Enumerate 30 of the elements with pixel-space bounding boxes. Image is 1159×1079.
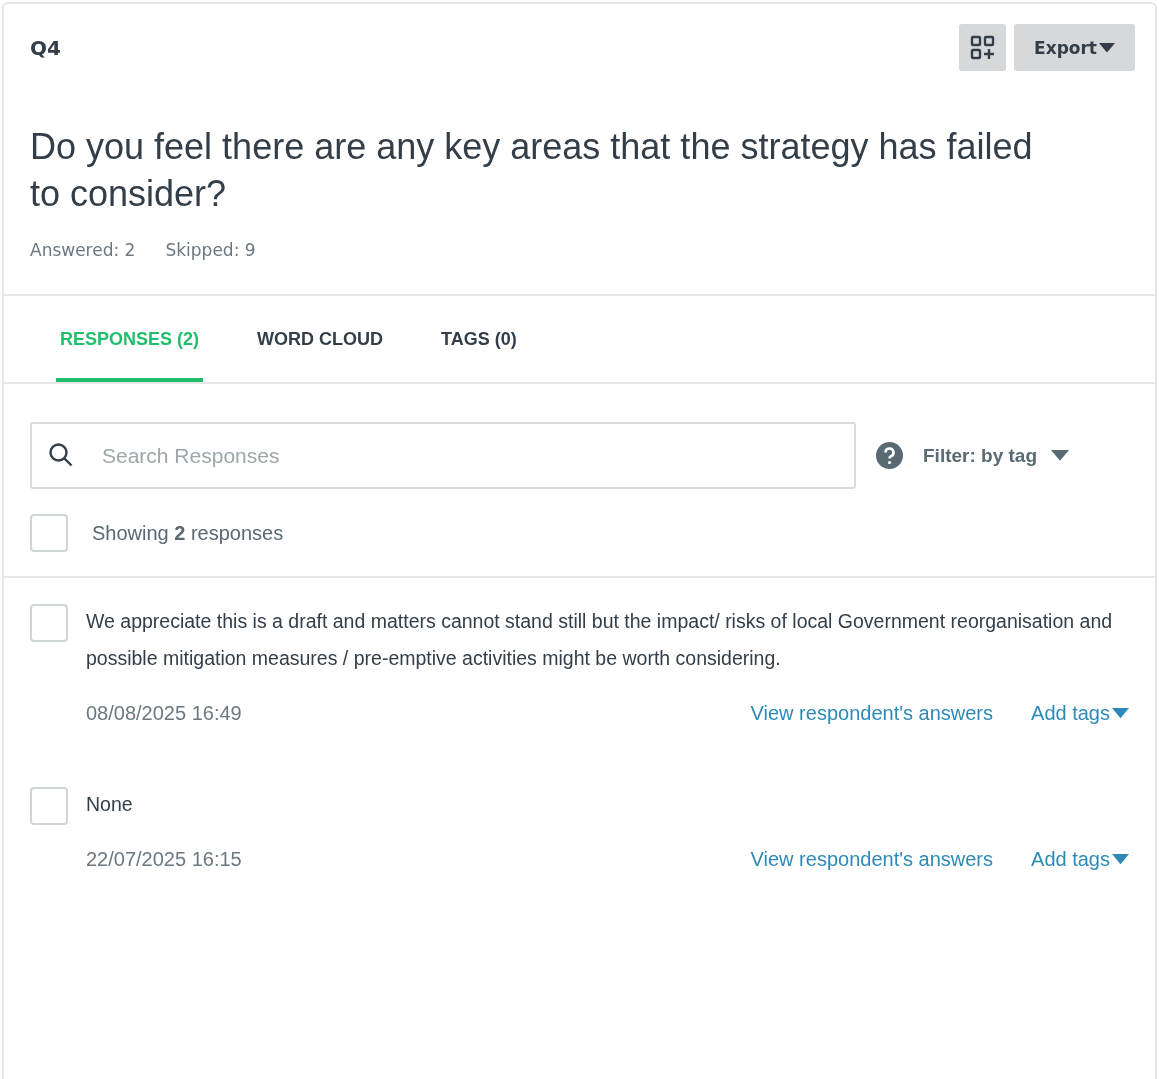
- caret-icon: [1051, 450, 1069, 461]
- filter-dropdown[interactable]: Filter: by tag: [923, 444, 1069, 467]
- response-count: Showing 2 responses: [92, 521, 284, 545]
- grid-plus-icon: [969, 34, 996, 61]
- search-icon: [48, 442, 74, 468]
- tab[interactable]: RESPONSES (2): [56, 296, 204, 382]
- stat-label: Skipped: 9: [165, 240, 256, 260]
- checkbox[interactable]: [30, 787, 68, 825]
- caret-icon: [1112, 708, 1129, 719]
- view-answers-link[interactable]: View respondent's answers: [750, 848, 994, 871]
- checkbox[interactable]: [30, 604, 68, 642]
- tab[interactable]: TAGS (0): [437, 296, 521, 382]
- stat-label: Answered: 2: [30, 240, 136, 260]
- caret-icon: [1112, 854, 1129, 865]
- checkbox[interactable]: [30, 514, 68, 552]
- view-answers-link[interactable]: View respondent's answers: [750, 702, 994, 725]
- add-tags-link[interactable]: Add tags: [1031, 848, 1129, 871]
- response-text: None: [86, 792, 134, 817]
- add-tags-link[interactable]: Add tags: [1031, 702, 1129, 725]
- add-widget-button[interactable]: [959, 24, 1007, 71]
- response-text: We appreciate this is a draft and matters cannot stand still but the impact/ risks of local Government reorganisation and possible mitigation measures / pre-emptive activities might be worth considering.: [86, 609, 1114, 671]
- tab[interactable]: WORD CLOUD: [253, 296, 388, 382]
- export-button[interactable]: Export: [1014, 24, 1135, 71]
- search-field[interactable]: Search Responses: [30, 422, 856, 489]
- response-date: 08/08/2025 16:49: [86, 702, 243, 725]
- question-title: Do you feel there are any key areas that the strategy has failed to consider?: [30, 125, 1034, 216]
- question-number: Q4: [30, 36, 61, 60]
- response-date: 22/07/2025 16:15: [86, 848, 243, 871]
- caret-icon: [1099, 42, 1115, 53]
- help-icon[interactable]: [876, 442, 903, 469]
